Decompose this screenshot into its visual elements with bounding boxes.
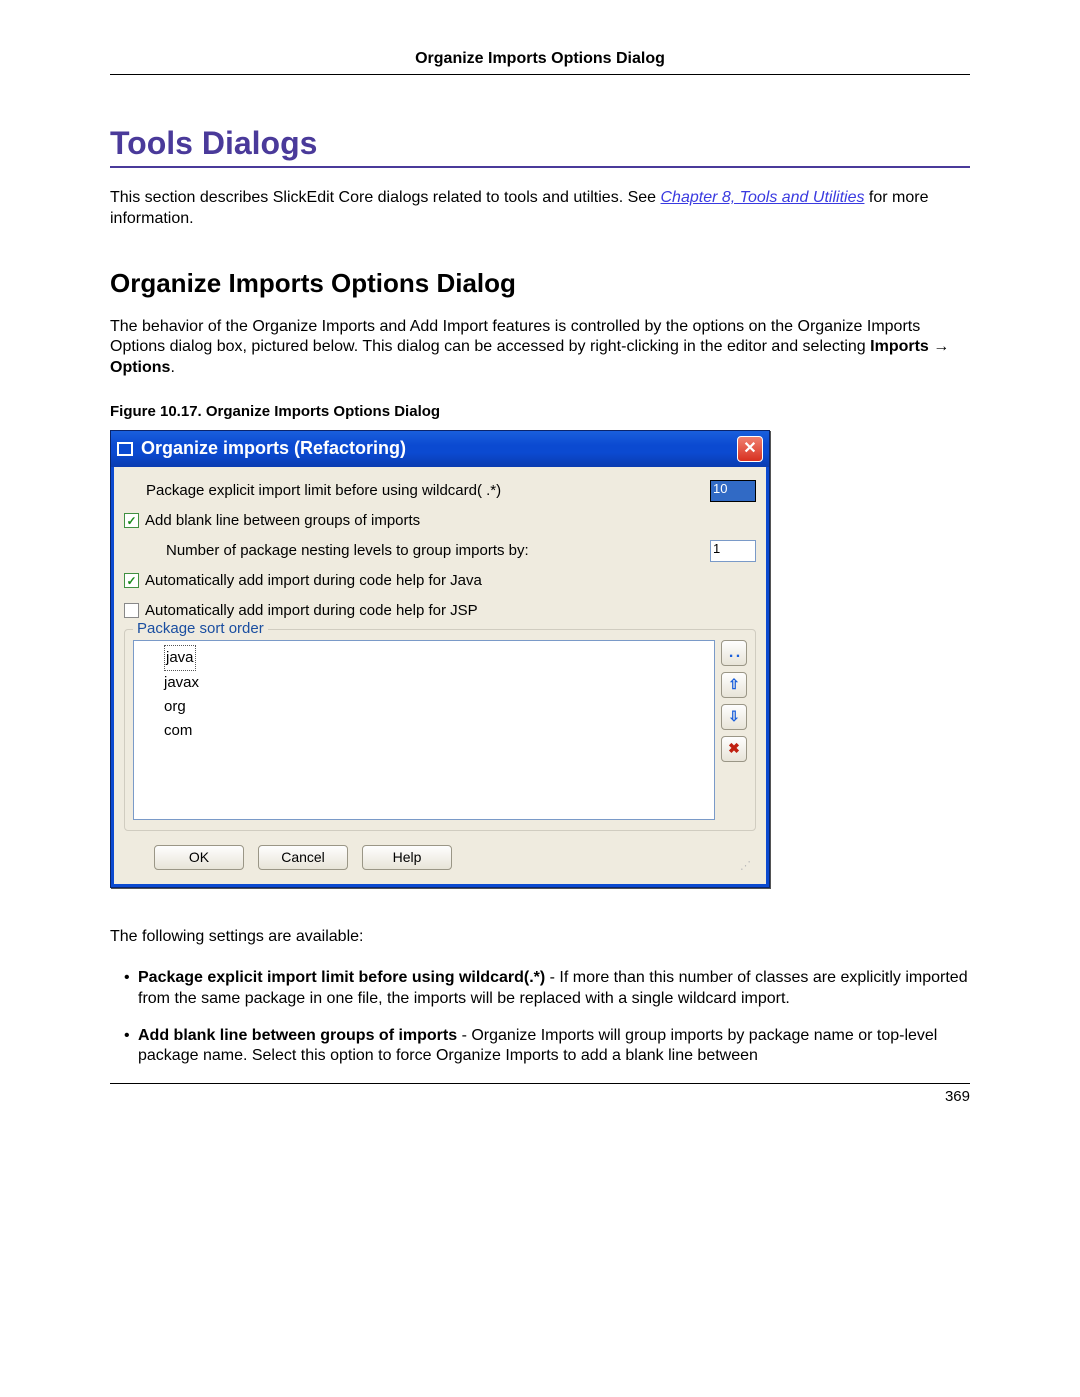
settings-list: Package explicit import limit before usi… bbox=[110, 968, 970, 1067]
page-number: 369 bbox=[945, 1088, 970, 1105]
intro-paragraph: This section describes SlickEdit Core di… bbox=[110, 188, 970, 230]
list-item[interactable]: java bbox=[164, 645, 196, 671]
arrow-down-icon: ⇩ bbox=[728, 708, 740, 725]
window-icon bbox=[117, 442, 133, 456]
dialog-body: Package explicit import limit before usi… bbox=[111, 467, 769, 887]
main-heading: Tools Dialogs bbox=[110, 125, 970, 168]
ok-button[interactable]: OK bbox=[154, 845, 244, 870]
auto-import-jsp-checkbox[interactable]: ✓ bbox=[124, 603, 139, 618]
auto-import-java-checkbox[interactable]: ✓ bbox=[124, 573, 139, 588]
dots-icon: . . bbox=[729, 644, 739, 662]
delete-icon: ✖ bbox=[728, 740, 740, 757]
delete-button[interactable]: ✖ bbox=[721, 736, 747, 762]
body-paragraph: The behavior of the Organize Imports and… bbox=[110, 317, 970, 379]
sub-heading: Organize Imports Options Dialog bbox=[110, 268, 970, 299]
nesting-levels-label: Number of package nesting levels to grou… bbox=[124, 542, 710, 559]
titlebar: Organize imports (Refactoring) ✕ bbox=[111, 431, 769, 467]
figure-caption: Figure 10.17. Organize Imports Options D… bbox=[110, 403, 970, 420]
sort-order-fieldset: Package sort order java javax org com . … bbox=[124, 629, 756, 831]
arrow-up-icon: ⇧ bbox=[728, 676, 740, 693]
list-item[interactable]: com bbox=[164, 719, 704, 743]
para2-post: . bbox=[170, 359, 174, 376]
blank-line-label: Add blank line between groups of imports bbox=[145, 512, 756, 529]
list-item[interactable]: org bbox=[164, 695, 704, 719]
close-icon: ✕ bbox=[743, 441, 756, 457]
list-item[interactable]: javax bbox=[164, 671, 704, 695]
settings-item: Add blank line between groups of imports… bbox=[124, 1026, 970, 1068]
auto-import-java-label: Automatically add import during code hel… bbox=[145, 572, 756, 589]
setting-name: Package explicit import limit before usi… bbox=[138, 969, 545, 986]
blank-line-checkbox[interactable]: ✓ bbox=[124, 513, 139, 528]
nesting-levels-input[interactable]: 1 bbox=[710, 540, 756, 562]
wildcard-limit-label: Package explicit import limit before usi… bbox=[124, 482, 710, 499]
add-button[interactable]: . . bbox=[721, 640, 747, 666]
settings-intro: The following settings are available: bbox=[110, 928, 970, 946]
wildcard-limit-input[interactable]: 10 bbox=[710, 480, 756, 502]
dialog-window: Organize imports (Refactoring) ✕ Package… bbox=[110, 430, 770, 888]
close-button[interactable]: ✕ bbox=[737, 436, 763, 462]
move-up-button[interactable]: ⇧ bbox=[721, 672, 747, 698]
cancel-button[interactable]: Cancel bbox=[258, 845, 348, 870]
settings-item: Package explicit import limit before usi… bbox=[124, 968, 970, 1010]
sort-order-listbox[interactable]: java javax org com bbox=[133, 640, 715, 820]
dialog-title: Organize imports (Refactoring) bbox=[141, 438, 737, 459]
para2-pre: The behavior of the Organize Imports and… bbox=[110, 318, 920, 356]
chapter-link[interactable]: Chapter 8, Tools and Utilities bbox=[661, 189, 865, 206]
resize-grip-icon[interactable]: ⋰ bbox=[740, 859, 752, 872]
page-footer: 369 bbox=[110, 1083, 970, 1105]
help-button[interactable]: Help bbox=[362, 845, 452, 870]
page-header: Organize Imports Options Dialog bbox=[110, 50, 970, 75]
intro-pre: This section describes SlickEdit Core di… bbox=[110, 189, 661, 206]
move-down-button[interactable]: ⇩ bbox=[721, 704, 747, 730]
auto-import-jsp-label: Automatically add import during code hel… bbox=[145, 602, 756, 619]
setting-name: Add blank line between groups of imports bbox=[138, 1027, 457, 1044]
sort-order-legend: Package sort order bbox=[133, 620, 268, 637]
